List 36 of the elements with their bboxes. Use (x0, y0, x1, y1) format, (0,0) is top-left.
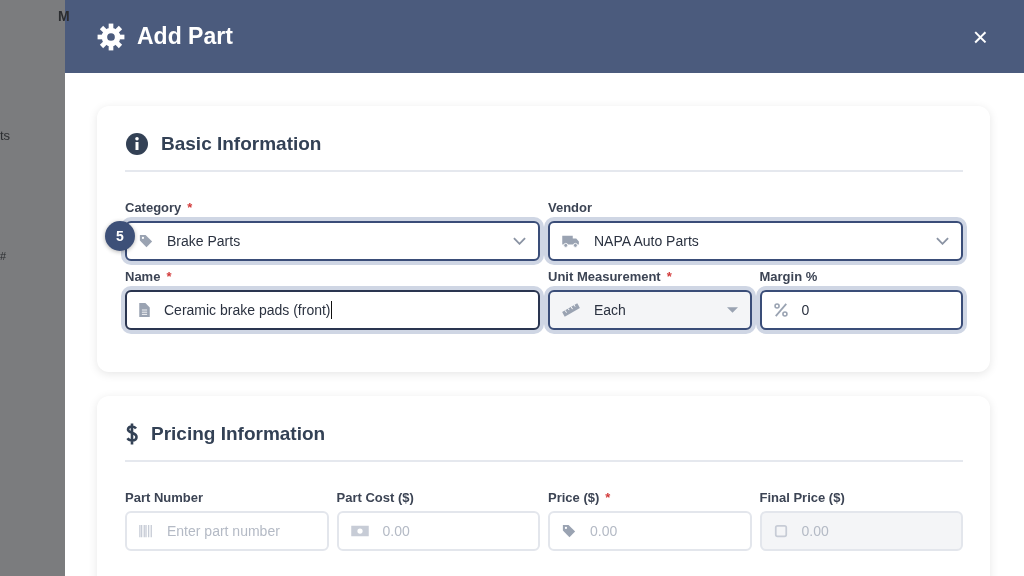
truck-icon (562, 234, 580, 248)
money-icon (350, 524, 369, 538)
gear-icon (97, 22, 125, 51)
menu-text: M (58, 8, 70, 24)
ruler-icon (562, 303, 580, 317)
dollar-icon (125, 422, 139, 446)
caret-icon (726, 307, 738, 313)
modal-title: Add Part (137, 23, 233, 50)
required-mark: * (166, 269, 172, 284)
required-mark: * (666, 269, 672, 284)
field-label: Margin % (759, 269, 818, 284)
field-label: Unit Measurement (548, 269, 661, 284)
checkbox-icon (773, 524, 788, 538)
tab-text: ts (0, 128, 11, 143)
tag-icon (562, 524, 576, 538)
field-label: Price ($) (548, 490, 600, 505)
file-icon (139, 303, 150, 317)
chevron-icon (513, 237, 526, 245)
field-label: Part Number (125, 490, 204, 505)
field-label: Part Cost ($) (336, 490, 414, 505)
field-label: Name (125, 269, 161, 284)
close-button[interactable]: × (966, 23, 994, 50)
step-badge: 5 (105, 221, 135, 251)
column-header: # (0, 250, 7, 262)
field-label: Vendor (548, 200, 593, 215)
barcode-icon (139, 524, 153, 538)
section-title: Basic Information (161, 133, 322, 155)
percent-icon (773, 303, 788, 317)
section-title: Pricing Information (151, 423, 326, 445)
required-mark: * (187, 200, 193, 215)
field-label: Category (125, 200, 182, 215)
field-label: Final Price ($) (759, 490, 845, 505)
chevron-icon (936, 237, 949, 245)
required-mark: * (605, 490, 611, 505)
tag-icon (139, 234, 153, 248)
info-icon (125, 132, 149, 156)
